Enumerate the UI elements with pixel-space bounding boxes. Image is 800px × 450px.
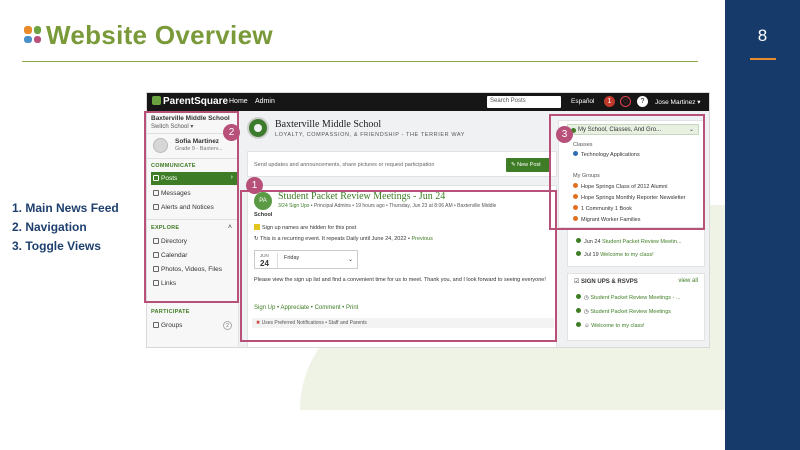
event-text: Student Packet Review Meetin... <box>600 239 682 245</box>
logo-icon <box>24 26 41 43</box>
logo-square-pink <box>33 35 41 43</box>
nav-admin[interactable]: Admin <box>255 98 275 105</box>
new-post-button[interactable]: ✎ New Post <box>506 158 550 172</box>
notification-icon[interactable]: 1 <box>604 96 615 107</box>
language-link[interactable]: Español <box>571 98 595 105</box>
signup-text: Student Packet Review Meetings - ... <box>590 295 681 301</box>
page-number-rule <box>750 58 776 60</box>
event-dot-icon <box>576 238 581 243</box>
groups-count-badge: 2 <box>223 321 232 330</box>
event-date: Jun 24 <box>584 239 601 245</box>
nav-home[interactable]: Home <box>229 98 248 105</box>
signup-dot-icon <box>576 322 581 327</box>
event-dot-icon <box>576 251 581 256</box>
brand-name: ParentSquare <box>163 96 229 107</box>
sidebar-item-label: Groups <box>161 322 183 329</box>
signup-item[interactable]: ◷ Student Packet Review Meetings <box>576 308 671 315</box>
school-name: Baxterville Middle School <box>275 119 382 130</box>
help-icon[interactable]: ? <box>637 96 648 107</box>
slide-title: Website Overview <box>46 20 273 50</box>
post-composer[interactable]: Send updates and announcements, share pi… <box>247 151 557 177</box>
callout-frame-main-feed <box>240 190 557 342</box>
brand-icon <box>152 96 161 105</box>
slide: Website Overview 8 1. Main News Feed 2. … <box>0 0 800 450</box>
logo-square-orange <box>24 26 32 34</box>
signups-card: ☑ SIGN UPS & RSVPS view all ◷ Student Pa… <box>567 273 705 341</box>
signups-title-text: SIGN UPS & RSVPS <box>581 279 638 285</box>
signup-dot-icon <box>576 308 581 313</box>
side-band: 8 <box>725 0 800 450</box>
event-text: Welcome to my class! <box>598 252 654 258</box>
search-input[interactable]: Search Posts <box>487 96 561 108</box>
callout-frame-navigation <box>144 111 239 303</box>
callout-badge-2: 2 <box>223 124 240 141</box>
logo-square-blue <box>24 35 32 43</box>
signup-item[interactable]: ☺ Welcome to my class! <box>576 322 645 329</box>
callout-badge-3: 3 <box>556 126 573 143</box>
event-item[interactable]: Jul 19 Welcome to my class! <box>576 251 654 258</box>
user-menu[interactable]: Jose Martinez ▾ <box>655 98 701 106</box>
view-all-link[interactable]: view all <box>678 278 698 284</box>
legend-item: 3. Toggle Views <box>12 239 101 253</box>
school-crest-icon <box>247 117 269 139</box>
events-card: Jun 24 Student Packet Review Meetin... J… <box>567 229 705 267</box>
logo-square-green <box>33 26 41 34</box>
title-divider <box>22 61 698 62</box>
section-participate: PARTICIPATE <box>151 309 190 315</box>
legend-item: 2. Navigation <box>12 220 87 234</box>
callout-badge-1: 1 <box>246 177 263 194</box>
signup-text: Welcome to my class! <box>591 323 645 329</box>
school-motto: LOYALTY, COMPASSION, & FRIENDSHIP - THE … <box>275 132 466 138</box>
groups-icon <box>153 322 159 328</box>
heart-icon[interactable]: ♡ <box>620 96 631 107</box>
signup-item[interactable]: ◷ Student Packet Review Meetings - ... <box>576 294 681 301</box>
composer-placeholder: Send updates and announcements, share pi… <box>254 162 435 168</box>
top-bar: ParentSquare Home Admin Search Posts Esp… <box>147 93 709 111</box>
brand[interactable]: ParentSquare <box>152 96 228 107</box>
new-post-label: New Post <box>517 162 541 168</box>
signups-title: ☑ SIGN UPS & RSVPS <box>574 278 638 285</box>
signup-icon: ☑ <box>574 279 582 285</box>
legend-item: 1. Main News Feed <box>12 201 119 215</box>
event-item[interactable]: Jun 24 Student Packet Review Meetin... <box>576 238 682 245</box>
signup-text: Student Packet Review Meetings <box>590 309 672 315</box>
callout-legend: 1. Main News Feed 2. Navigation 3. Toggl… <box>12 199 119 256</box>
page-number: 8 <box>757 26 768 45</box>
signup-dot-icon <box>576 294 581 299</box>
event-date: Jul 19 <box>584 252 599 258</box>
